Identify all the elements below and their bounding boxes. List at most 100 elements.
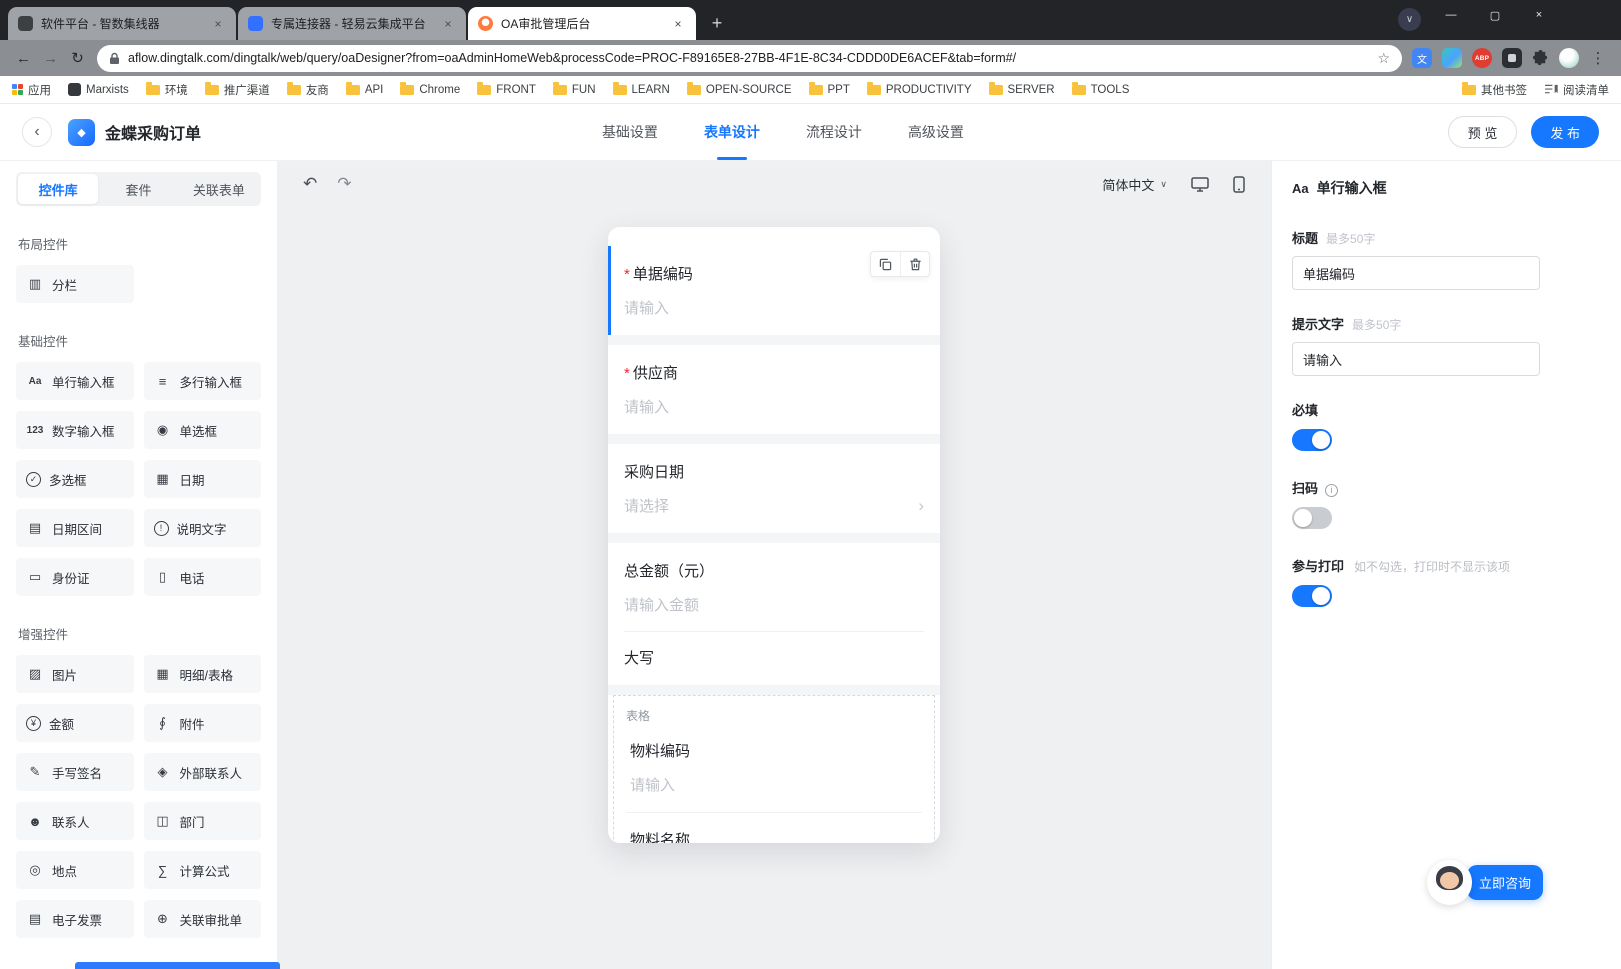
tab1-close-icon[interactable]: × bbox=[210, 16, 226, 32]
control-item-location[interactable]: ◎ 地点 bbox=[16, 851, 134, 889]
reading-list[interactable]: 阅读清单 bbox=[1544, 82, 1609, 98]
control-item-image[interactable]: ▨ 图片 bbox=[16, 655, 134, 693]
address-bar[interactable]: aflow.dingtalk.com/dingtalk/web/query/oa… bbox=[97, 44, 1402, 72]
control-item-contact[interactable]: ☻ 联系人 bbox=[16, 802, 134, 840]
bookmark-folder[interactable]: Chrome bbox=[400, 81, 460, 96]
external-contact-icon: ◈ bbox=[157, 764, 168, 779]
reload-button[interactable]: ↻ bbox=[64, 45, 91, 72]
control-item-department[interactable]: ◫ 部门 bbox=[143, 802, 261, 840]
close-button[interactable]: × bbox=[1517, 0, 1561, 30]
customer-support-widget[interactable]: 立即咨询 bbox=[1426, 860, 1543, 905]
control-item-columns[interactable]: ▥ 分栏 bbox=[16, 265, 134, 303]
bookmark-folder[interactable]: SERVER bbox=[988, 81, 1055, 96]
tab-flow-design[interactable]: 流程设计 bbox=[806, 104, 862, 160]
browser-tab-2[interactable]: 专属连接器 - 轻易云集成平台 × bbox=[238, 7, 466, 40]
undo-icon[interactable]: ↶ bbox=[303, 174, 317, 194]
canvas-tools-right: 简体中文 ∨ bbox=[1102, 175, 1245, 194]
bookmark-marxists[interactable]: Marxists bbox=[68, 83, 129, 96]
tab-search-button[interactable]: ∨ bbox=[1398, 8, 1421, 31]
control-item-attachment[interactable]: ∮ 附件 bbox=[143, 704, 261, 742]
form-field-purchase-date[interactable]: 采购日期 请选择 › bbox=[608, 444, 940, 533]
control-item-checkbox[interactable]: ✓ 多选框 bbox=[16, 460, 134, 498]
control-item-detail-table[interactable]: ▦ 明细/表格 bbox=[143, 655, 261, 693]
sidebar-tab-linked-forms[interactable]: 关联表单 bbox=[179, 174, 259, 204]
bookmark-folder[interactable]: FUN bbox=[552, 81, 596, 96]
control-item-signature[interactable]: ✎ 手写签名 bbox=[16, 753, 134, 791]
bookmark-apps[interactable]: 应用 bbox=[12, 82, 51, 98]
tab3-close-icon[interactable]: × bbox=[670, 16, 686, 32]
scan-info-icon[interactable]: i bbox=[1325, 483, 1339, 497]
tab-advanced-settings[interactable]: 高级设置 bbox=[908, 104, 964, 160]
print-toggle[interactable] bbox=[1292, 585, 1332, 607]
bookmark-folder[interactable]: TOOLS bbox=[1071, 81, 1129, 96]
language-selector[interactable]: 简体中文 ∨ bbox=[1102, 175, 1167, 194]
placeholder-input[interactable] bbox=[1292, 342, 1540, 376]
extensions-puzzle-icon[interactable] bbox=[1532, 49, 1549, 67]
bookmark-folder[interactable]: PRODUCTIVITY bbox=[866, 81, 972, 96]
tab-form-design[interactable]: 表单设计 bbox=[704, 104, 760, 160]
control-item-description-text[interactable]: ! 说明文字 bbox=[143, 509, 261, 547]
sidebar-tab-controls[interactable]: 控件库 bbox=[18, 174, 99, 204]
form-field-material-code[interactable]: 物料编码 请输入 bbox=[626, 724, 922, 812]
tab-basic-settings[interactable]: 基础设置 bbox=[602, 104, 658, 160]
control-item-multi-line-input[interactable]: ≡ 多行输入框 bbox=[143, 362, 261, 400]
control-item-date-range[interactable]: ▤ 日期区间 bbox=[16, 509, 134, 547]
lock-icon bbox=[110, 52, 119, 64]
form-field-document-code[interactable]: * 单据编码 请输入 bbox=[608, 246, 940, 335]
browser-tab-3-active[interactable]: OA审批管理后台 × bbox=[468, 7, 696, 40]
dark-extension-icon[interactable] bbox=[1502, 48, 1522, 68]
control-item-external-contact[interactable]: ◈ 外部联系人 bbox=[143, 753, 261, 791]
control-item-phone[interactable]: ▯ 电话 bbox=[143, 558, 261, 596]
support-consult-button[interactable]: 立即咨询 bbox=[1466, 865, 1543, 900]
maximize-button[interactable]: ▢ bbox=[1473, 0, 1517, 30]
new-tab-button[interactable]: + bbox=[704, 10, 730, 36]
required-toggle[interactable] bbox=[1292, 429, 1332, 451]
bookmark-folder[interactable]: LEARN bbox=[612, 81, 670, 96]
colored-extension-icon[interactable] bbox=[1442, 48, 1462, 68]
bookmark-star-icon[interactable]: ☆ bbox=[1377, 50, 1390, 67]
preview-button[interactable]: 预 览 bbox=[1447, 116, 1518, 148]
delete-field-icon[interactable] bbox=[900, 252, 929, 276]
browser-menu-kebab-icon[interactable]: ⋮ bbox=[1589, 49, 1607, 67]
bookmark-folder[interactable]: 推广渠道 bbox=[204, 81, 270, 98]
control-item-date[interactable]: ▦ 日期 bbox=[143, 460, 261, 498]
bookmark-folder[interactable]: FRONT bbox=[477, 81, 536, 96]
sidebar-tab-kits[interactable]: 套件 bbox=[98, 174, 178, 204]
folder-icon bbox=[552, 81, 567, 95]
profile-avatar[interactable] bbox=[1559, 48, 1579, 68]
control-item-linked-approval[interactable]: ⊕ 关联审批单 bbox=[143, 900, 261, 938]
bookmark-folder[interactable]: PPT bbox=[808, 81, 850, 96]
translate-extension-icon[interactable]: 文 bbox=[1412, 48, 1432, 68]
title-input[interactable] bbox=[1292, 256, 1540, 290]
page-back-button[interactable]: ‹ bbox=[22, 117, 52, 147]
bookmark-folder[interactable]: 友商 bbox=[286, 81, 329, 98]
duplicate-field-icon[interactable] bbox=[871, 252, 900, 276]
control-item-single-line-input[interactable]: Aa 单行输入框 bbox=[16, 362, 134, 400]
minimize-button[interactable]: — bbox=[1429, 0, 1473, 30]
control-item-amount[interactable]: ¥ 金额 bbox=[16, 704, 134, 742]
forward-button[interactable]: → bbox=[37, 45, 64, 72]
control-item-e-invoice[interactable]: ▤ 电子发票 bbox=[16, 900, 134, 938]
bookmark-folder[interactable]: OPEN-SOURCE bbox=[686, 81, 792, 96]
apps-grid-icon bbox=[12, 84, 23, 95]
publish-button[interactable]: 发 布 bbox=[1531, 116, 1599, 148]
mobile-preview-button[interactable] bbox=[1233, 175, 1245, 193]
scan-toggle[interactable] bbox=[1292, 507, 1332, 529]
control-item-radio[interactable]: ◉ 单选框 bbox=[143, 411, 261, 449]
form-field-material-name[interactable]: 物料名称 bbox=[626, 812, 922, 843]
tab2-close-icon[interactable]: × bbox=[440, 16, 456, 32]
bookmark-folder[interactable]: 环境 bbox=[145, 81, 188, 98]
form-table-group[interactable]: 表格 物料编码 请输入 物料名称 bbox=[613, 695, 935, 843]
form-field-total-amount[interactable]: 总金额（元） 请输入金额 大写 bbox=[608, 543, 940, 685]
redo-icon[interactable]: ↷ bbox=[337, 174, 351, 194]
control-item-number-input[interactable]: 123 数字输入框 bbox=[16, 411, 134, 449]
desktop-preview-button[interactable] bbox=[1191, 176, 1209, 192]
other-bookmarks[interactable]: 其他书签 bbox=[1462, 81, 1527, 98]
form-field-supplier[interactable]: * 供应商 请输入 bbox=[608, 345, 940, 434]
browser-tab-1[interactable]: 软件平台 - 智数集线器 × bbox=[8, 7, 236, 40]
bookmark-folder[interactable]: API bbox=[345, 81, 383, 96]
control-item-id-card[interactable]: ▭ 身份证 bbox=[16, 558, 134, 596]
control-item-formula[interactable]: ∑ 计算公式 bbox=[143, 851, 261, 889]
back-button[interactable]: ← bbox=[10, 45, 37, 72]
adblock-extension-icon[interactable]: ABP bbox=[1472, 48, 1492, 68]
